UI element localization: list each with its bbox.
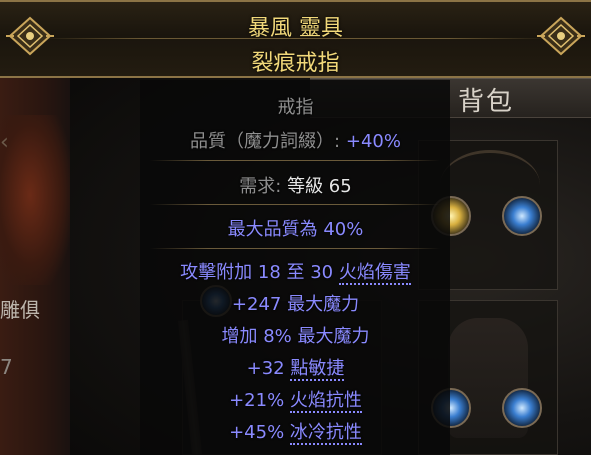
left-panel-label: 雕俱 <box>0 298 40 322</box>
blue-gem-icon[interactable] <box>502 388 542 428</box>
stash-header-bar <box>310 78 591 118</box>
stash-title: 背包 <box>458 87 515 117</box>
left-panel-number: 7 <box>0 355 13 379</box>
blue-gem-icon[interactable] <box>502 196 542 236</box>
yellow-gem-icon[interactable] <box>431 196 471 236</box>
weapon-slot[interactable] <box>182 300 382 455</box>
arrow-left-icon[interactable]: ‹ <box>0 130 9 155</box>
character-portrait <box>0 115 70 285</box>
blue-gem-icon[interactable] <box>200 285 232 317</box>
character-panel <box>0 75 70 455</box>
blue-gem-icon[interactable] <box>431 388 471 428</box>
